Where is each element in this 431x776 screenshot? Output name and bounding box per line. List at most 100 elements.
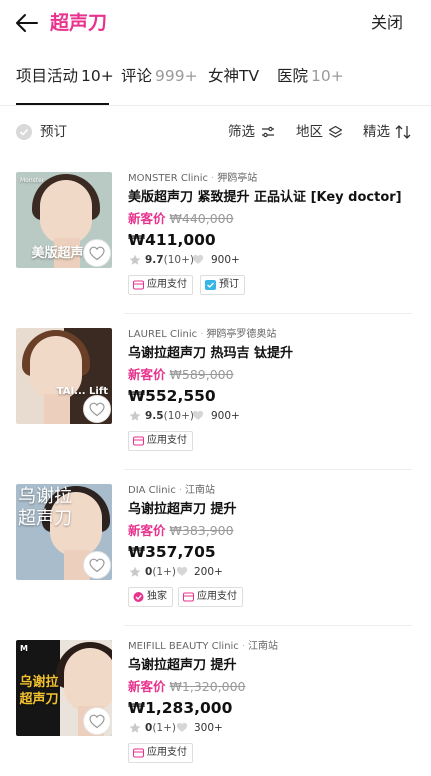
rating-row: 0(1+) 200+ (128, 563, 418, 581)
filter-label: 筛选 (228, 124, 255, 140)
sale-price: ₩357,705 (128, 543, 216, 561)
heart-count-icon (176, 566, 188, 576)
thumbnail-face-shape (64, 648, 112, 712)
clinic-location[interactable]: MONSTER Clinic · 狎鸥亭站 (128, 172, 418, 186)
like-count: 900+ (211, 410, 240, 422)
badge-row: 应用支付 (128, 431, 418, 451)
wishlist-button[interactable] (83, 707, 111, 735)
product-card[interactable]: 乌谢拉 超声刀 DIA Clinic · 江南站 乌谢拉超声刀 提升 新客价 ₩383… (0, 470, 431, 626)
clinic-location[interactable]: DIA Clinic · 江南站 (128, 484, 418, 498)
tab-count: 999+ (155, 67, 198, 85)
badge-label: 应用支付 (147, 435, 187, 446)
clinic-location[interactable]: LAUREL Clinic · 狎鸥亭罗德奥站 (128, 328, 418, 342)
thumbnail-overlay-text: 乌谢拉 超声刀 (18, 486, 72, 529)
filter-sliders-icon (262, 126, 274, 138)
layers-icon (328, 125, 343, 138)
close-button[interactable]: 关闭 (371, 11, 403, 35)
product-title[interactable]: 乌谢拉超声刀 热玛吉 钛提升 (128, 344, 418, 364)
tab-reviews[interactable]: 评论 999+ (121, 56, 198, 105)
separator-dot: · (178, 485, 183, 496)
back-arrow-icon[interactable] (14, 10, 40, 36)
badge-app-payment: 应用支付 (178, 587, 243, 607)
badge-row: 应用支付 预订 (128, 275, 418, 295)
region-label: 地区 (296, 124, 323, 140)
clinic-name: DIA Clinic (128, 485, 176, 496)
station-name: 江南站 (185, 485, 216, 496)
review-count: (1+) (152, 566, 176, 578)
heart-icon (89, 714, 105, 729)
original-price: ₩383,900 (169, 523, 234, 538)
badge-label: 应用支付 (147, 747, 187, 758)
review-count: (1+) (152, 722, 176, 734)
sale-price: ₩552,550 (128, 387, 216, 405)
product-title[interactable]: 美版超声刀 紧致提升 正品认证 [Key doctor] (128, 188, 418, 208)
product-info: LAUREL Clinic · 狎鸥亭罗德奥站 乌谢拉超声刀 热玛吉 钛提升 新客价… (128, 328, 418, 451)
product-info: DIA Clinic · 江南站 乌谢拉超声刀 提升 新客价 ₩383,900 ₩35… (128, 484, 418, 607)
badge-app-payment: 应用支付 (128, 431, 193, 451)
like-count: 300+ (194, 722, 223, 734)
thumbnail-brand: M (20, 644, 28, 653)
new-customer-tag: 新客价 (128, 211, 166, 226)
new-customer-tag: 新客价 (128, 679, 166, 694)
star-icon (129, 566, 141, 577)
rating-row: 9.5(10+) 900+ (128, 407, 418, 425)
tab-label: 医院 (277, 67, 309, 85)
badge-row: 应用支付 (128, 743, 418, 763)
wishlist-button[interactable] (83, 395, 111, 423)
review-count: (10+) (163, 410, 194, 422)
product-card[interactable]: TAI... Lift LAUREL Clinic · 狎鸥亭罗德奥站 乌谢拉超声刀… (0, 314, 431, 470)
heart-icon (89, 402, 105, 417)
tab-goddess-tv[interactable]: 女神TV (208, 56, 259, 105)
card-icon (133, 748, 144, 758)
tab-label: 评论 (121, 67, 153, 85)
product-card[interactable]: M 乌谢拉 超声刀 MEIFILL BEAUTY Clinic · 江南站 乌谢拉超… (0, 626, 431, 776)
product-title[interactable]: 乌谢拉超声刀 提升 (128, 656, 418, 676)
price-row: 新客价 ₩383,900 (128, 521, 418, 541)
filter-bar: 预订 筛选 地区 精选 (0, 112, 431, 152)
exclusive-icon (133, 592, 144, 602)
tab-hospitals[interactable]: 医院 10+ (277, 56, 344, 105)
reserve-filter-label[interactable]: 预订 (40, 122, 67, 142)
like-count: 200+ (194, 566, 223, 578)
page-title: 超声刀 (50, 12, 108, 34)
original-price: ₩1,320,000 (169, 679, 246, 694)
badge-reserve: 预订 (200, 275, 245, 295)
sort-button[interactable]: 精选 (363, 122, 415, 142)
original-price: ₩589,000 (169, 367, 234, 382)
product-card[interactable]: Monster 美版超声刀 MONSTER Clinic · 狎鸥亭站 美版超声刀 … (0, 158, 431, 314)
star-icon (129, 410, 141, 421)
rating-score: 9.5(10+) (145, 407, 194, 425)
clinic-location[interactable]: MEIFILL BEAUTY Clinic · 江南站 (128, 640, 418, 654)
reserve-checkbox[interactable] (16, 124, 32, 140)
badge-label: 应用支付 (147, 279, 187, 290)
tab-label: 项目活动 (16, 67, 79, 85)
star-icon (129, 254, 141, 265)
tab-count: 10+ (311, 67, 344, 85)
badge-row: 独家 应用支付 (128, 587, 418, 607)
wishlist-button[interactable] (83, 239, 111, 267)
station-name: 江南站 (248, 641, 278, 652)
badge-label: 预订 (219, 279, 239, 290)
station-name: 狎鸥亭站 (217, 173, 258, 184)
thumbnail-face-shape (40, 180, 92, 244)
rating-score: 0(1+) (145, 563, 176, 581)
check-icon (19, 128, 29, 136)
original-price: ₩440,000 (169, 211, 234, 226)
price-row: 新客价 ₩1,320,000 (128, 677, 418, 697)
app-header: 超声刀 关闭 (0, 0, 431, 48)
tab-activities[interactable]: 项目活动 10+ (16, 56, 114, 105)
product-info: MEIFILL BEAUTY Clinic · 江南站 乌谢拉超声刀 提升 新客价 ₩… (128, 640, 418, 763)
product-info: MONSTER Clinic · 狎鸥亭站 美版超声刀 紧致提升 正品认证 [Key… (128, 172, 418, 295)
separator-dot: · (211, 173, 215, 184)
region-button[interactable]: 地区 (296, 122, 346, 142)
heart-count-icon (192, 254, 204, 264)
sale-price: ₩411,000 (128, 231, 216, 249)
product-title[interactable]: 乌谢拉超声刀 提升 (128, 500, 418, 520)
wishlist-button[interactable] (83, 551, 111, 579)
heart-icon (89, 558, 105, 573)
filter-button[interactable]: 筛选 (228, 122, 278, 142)
review-count: (10+) (163, 254, 194, 266)
badge-app-payment: 应用支付 (128, 275, 193, 295)
clinic-name: LAUREL Clinic (128, 329, 198, 340)
badge-app-payment: 应用支付 (128, 743, 193, 763)
